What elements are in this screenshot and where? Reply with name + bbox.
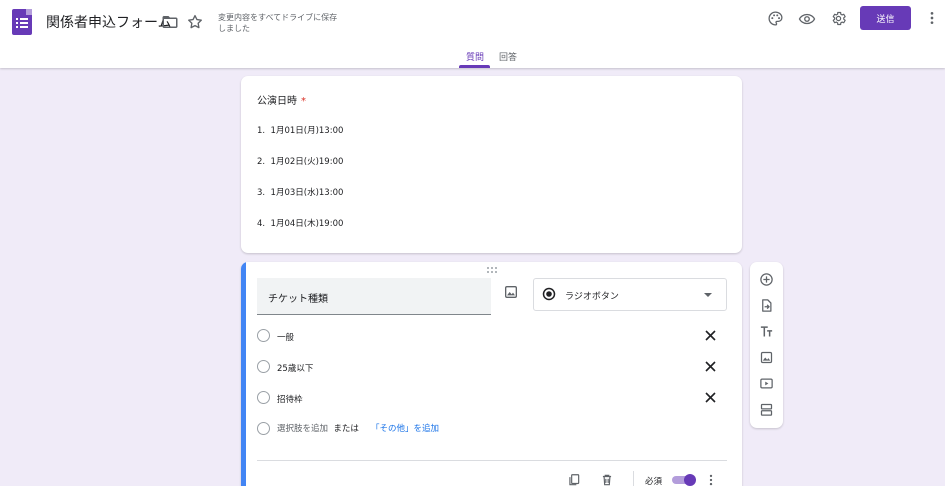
- chevron-down-icon: [704, 292, 712, 298]
- tab-questions[interactable]: 質問: [466, 50, 484, 63]
- list-item: 3. 1月03日(水)13:00: [257, 188, 344, 198]
- more-vert-icon[interactable]: [704, 473, 718, 486]
- list-item: 2. 1月02日(火)19:00: [257, 157, 344, 167]
- required-toggle[interactable]: [672, 474, 696, 486]
- star-icon[interactable]: [186, 13, 206, 33]
- palette-icon[interactable]: [767, 10, 787, 30]
- send-button[interactable]: 送信: [860, 6, 911, 30]
- add-image-icon[interactable]: [759, 350, 774, 365]
- radio-button-icon: [542, 287, 556, 301]
- save-status: 変更内容をすべてドライブに保存しました: [218, 13, 338, 33]
- close-icon[interactable]: [705, 330, 716, 341]
- add-video-icon[interactable]: [759, 376, 774, 391]
- import-question-icon[interactable]: [759, 298, 774, 313]
- question-type-label: ラジオボタン: [565, 292, 619, 302]
- drag-handle-icon[interactable]: [486, 266, 498, 274]
- option-label[interactable]: 招待枠: [277, 393, 303, 405]
- close-icon[interactable]: [705, 361, 716, 372]
- form-title[interactable]: 関係者申込フォーム: [46, 12, 172, 32]
- question-type-dropdown[interactable]: ラジオボタン: [533, 278, 727, 311]
- title-text-icon[interactable]: [759, 324, 774, 339]
- add-option-radio: [257, 422, 270, 435]
- or-label: または: [333, 424, 359, 434]
- duplicate-icon[interactable]: [567, 473, 581, 486]
- footer-separator: [633, 471, 634, 486]
- question-title-input[interactable]: チケット種類: [257, 278, 491, 315]
- eye-icon[interactable]: [798, 10, 818, 30]
- forms-app-icon[interactable]: [12, 9, 32, 35]
- list-item: 4. 1月04日(木)19:00: [257, 219, 344, 229]
- required-label: 必須: [645, 477, 663, 486]
- question-card-ticket-type[interactable]: チケット種類 ラジオボタン 一般 25歳以下 招待枠 選択肢を追加 または 「そ…: [241, 262, 742, 486]
- option-label[interactable]: 一般: [277, 331, 294, 343]
- option-radio: [257, 391, 270, 404]
- option-radio: [257, 329, 270, 342]
- list-item: 1. 1月01日(月)13:00: [257, 126, 344, 136]
- add-other-link[interactable]: 「その他」を追加: [371, 422, 439, 434]
- footer-divider: [257, 460, 727, 461]
- question-card-performance-date[interactable]: 公演日時 * 1. 1月01日(月)13:00 2. 1月02日(火)19:00 …: [241, 76, 742, 253]
- app-header: 関係者申込フォーム 変更内容をすべてドライブに保存しました 送信 質問 回答: [0, 0, 945, 68]
- option-radio: [257, 360, 270, 373]
- gear-icon[interactable]: [830, 10, 850, 30]
- trash-icon[interactable]: [600, 473, 614, 486]
- add-section-icon[interactable]: [759, 402, 774, 417]
- tab-responses[interactable]: 回答: [499, 50, 517, 63]
- option-label[interactable]: 25歳以下: [277, 362, 313, 374]
- add-image-icon[interactable]: [503, 284, 519, 300]
- close-icon[interactable]: [705, 392, 716, 403]
- more-vert-icon[interactable]: [924, 10, 944, 30]
- required-star: *: [301, 96, 306, 107]
- focus-bar: [241, 262, 246, 486]
- floating-toolbar: [750, 262, 783, 428]
- question-title: 公演日時 *: [257, 96, 306, 107]
- folder-icon[interactable]: [161, 13, 181, 33]
- active-tab-indicator: [459, 65, 490, 68]
- add-option-link[interactable]: 選択肢を追加 または: [277, 422, 359, 434]
- add-question-icon[interactable]: [759, 272, 774, 287]
